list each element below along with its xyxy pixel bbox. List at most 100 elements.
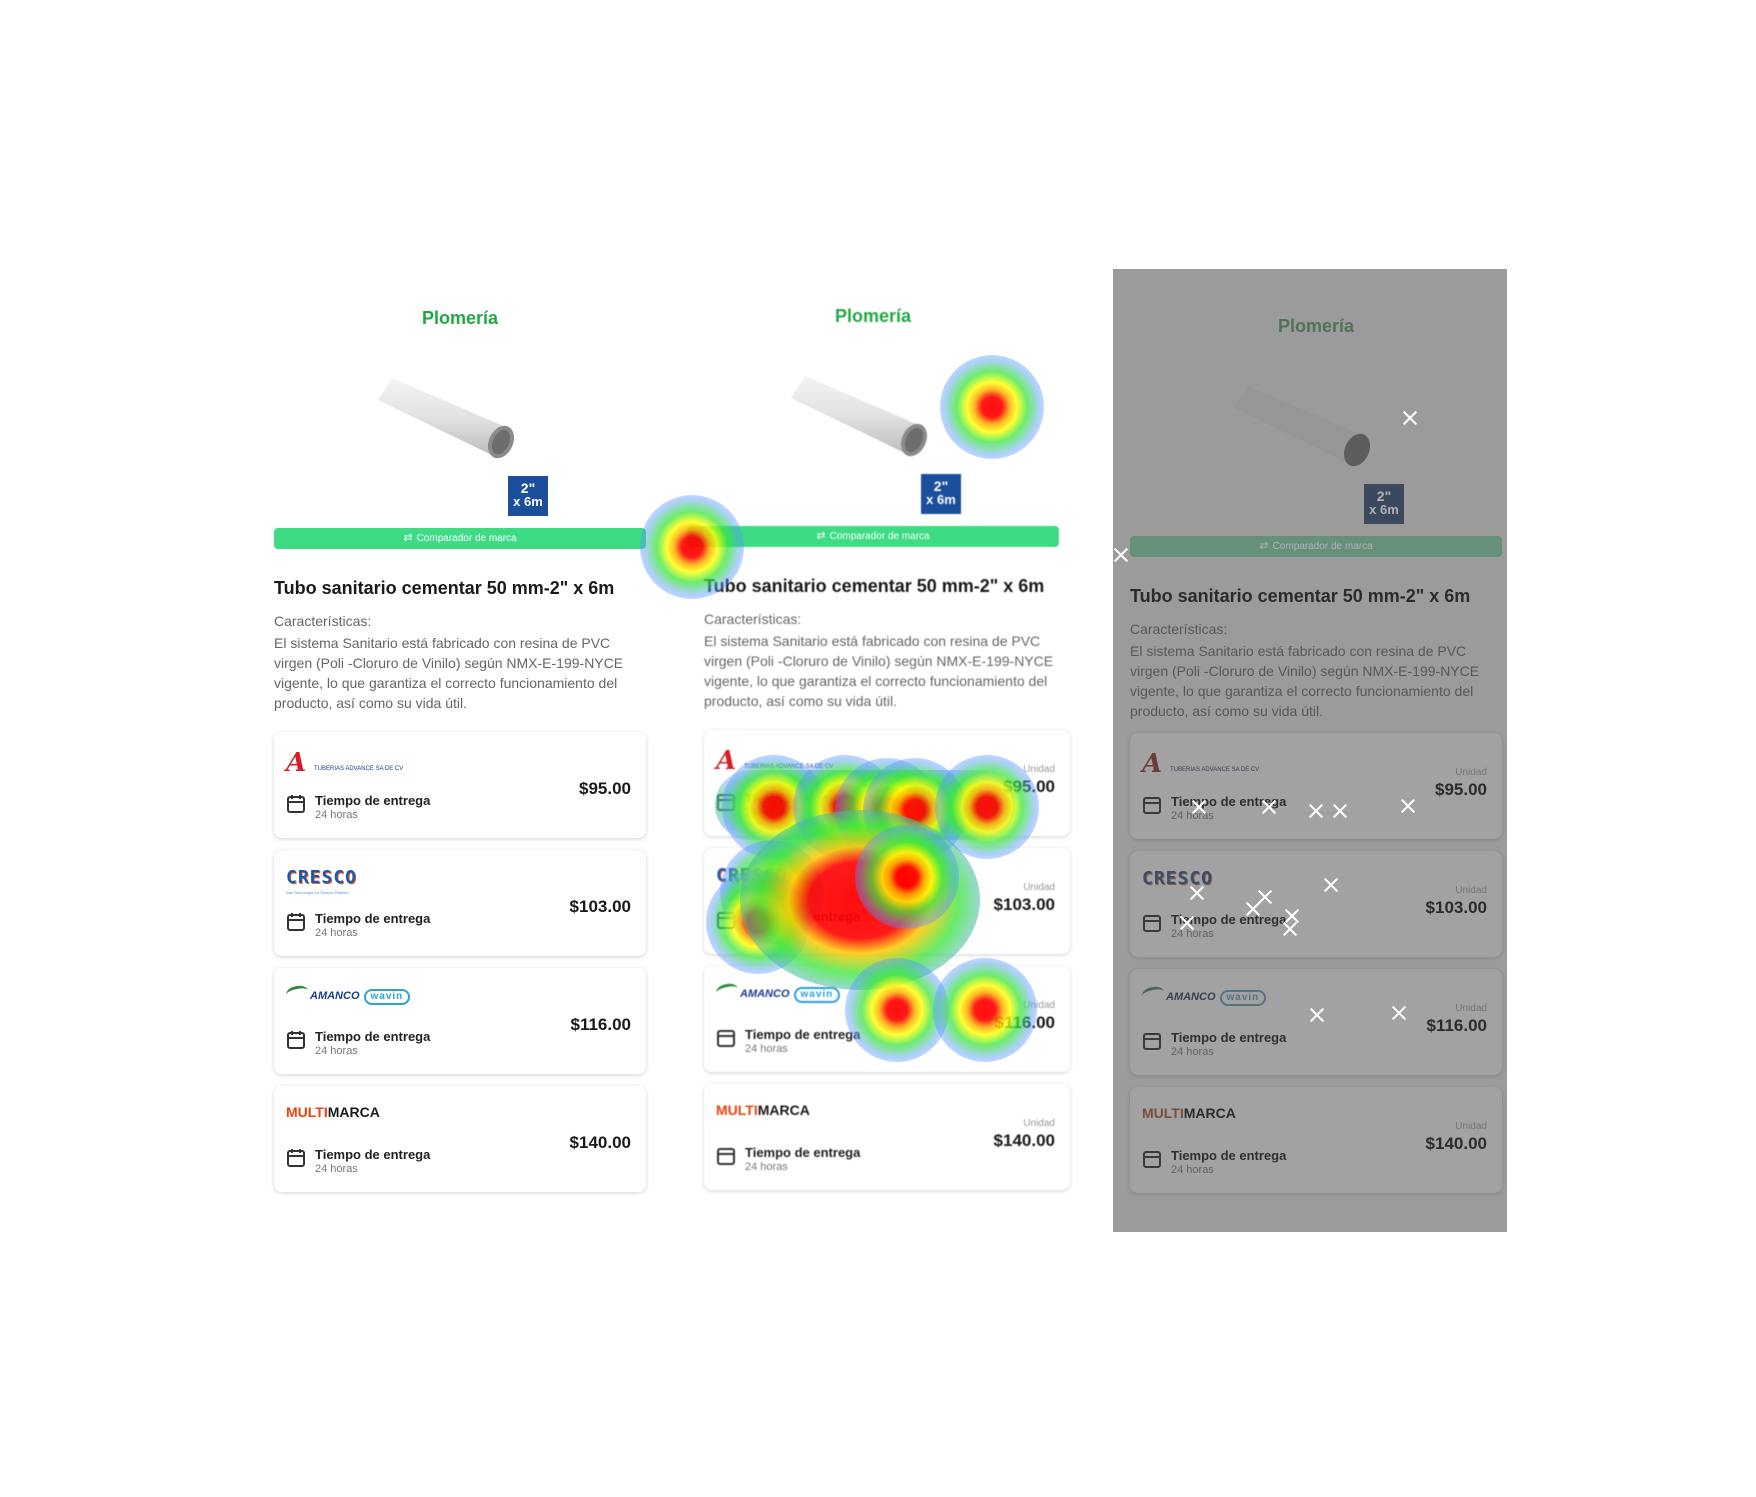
calendar-icon: [1143, 915, 1161, 932]
compare-brand-button[interactable]: ⇄ Comparador de marca: [1130, 536, 1502, 557]
unit-label: Unidad: [1023, 1118, 1055, 1129]
multimarca-logo: MULTIMARCA: [716, 1102, 810, 1118]
offer-card-advance[interactable]: A TUBERIAS ADVANCE SA DE CV Tiempo de ent…: [1130, 733, 1502, 839]
offer-price: $116.00: [1426, 1016, 1487, 1035]
delivery-label: Tiempo de entrega: [1171, 794, 1287, 809]
delivery-label: Tiempo de entrega: [1171, 912, 1287, 927]
delivery-time: 24 horas: [1171, 810, 1214, 822]
offer-card-advance[interactable]: A TUBERIAS ADVANCE SA DE CV Tiempo de ent…: [274, 732, 646, 838]
amanco-swoosh-icon: [284, 983, 310, 1002]
pipe-image: [791, 376, 928, 457]
advance-logo: A TUBERIAS ADVANCE SA DE CV: [286, 748, 404, 778]
delivery-label: Tiempo de entrega: [315, 1029, 431, 1044]
delivery-time: 24 horas: [315, 927, 358, 939]
offer-card-multimarca[interactable]: MULTIMARCA Tiempo de entrega 24 horas $1…: [274, 1086, 646, 1192]
characteristics-label: Características:: [1130, 621, 1228, 637]
advance-logo: A TUBERIAS ADVANCE SA DE CV: [716, 746, 834, 776]
delivery-label: Tiempo de entrega: [745, 1145, 861, 1160]
offer-price: $103.00: [569, 897, 631, 916]
characteristics-label: Características:: [274, 613, 372, 629]
delivery-time: 24 horas: [1171, 1164, 1214, 1176]
compare-arrows-icon: ⇄: [403, 532, 413, 544]
offer-card-multimarca[interactable]: MULTIMARCA Tiempo de entrega 24 horas Un…: [704, 1084, 1070, 1190]
category-title: Plomería: [834, 306, 912, 326]
calendar-icon: [717, 912, 735, 929]
calendar-icon: [287, 795, 305, 813]
delivery-label: Tiempo de entrega: [745, 1027, 861, 1042]
delivery-label: Tiempo de entrega: [1171, 1148, 1287, 1163]
product-title: Tubo sanitario cementar 50 mm-2" x 6m: [1130, 586, 1471, 606]
offer-price: $140.00: [1425, 1134, 1487, 1153]
offer-price: $103.00: [993, 895, 1055, 914]
delivery-time: 24 horas: [1171, 1046, 1214, 1058]
pipe-image: [1234, 386, 1371, 467]
heatmap-spot: [940, 355, 1044, 459]
offer-list: A TUBERIAS ADVANCE SA DE CV Tiempo de ent…: [274, 732, 646, 1204]
delivery-time: 24 horas: [745, 925, 788, 937]
unit-label: Unidad: [1455, 885, 1487, 896]
offer-card-amanco[interactable]: AMANCO wavin Tiempo de entrega 24 horas U…: [704, 966, 1070, 1072]
delivery-time: 24 horas: [745, 1161, 788, 1173]
unit-label: Unidad: [1455, 1121, 1487, 1132]
unit-label: Unidad: [1023, 764, 1055, 775]
unit-label: Unidad: [1455, 1003, 1487, 1014]
delivery-time: 24 horas: [1171, 928, 1214, 940]
multimarca-logo: MULTIMARCA: [286, 1104, 380, 1120]
offer-card-multimarca[interactable]: MULTIMARCA Tiempo de entrega 24 horas Un…: [1130, 1087, 1502, 1193]
offer-card-amanco[interactable]: AMANCO wavin Tiempo de entrega 24 horas U…: [1130, 969, 1502, 1075]
amanco-wavin-logo: AMANCO wavin: [714, 981, 841, 1010]
cresco-tagline: Alta Tecnología en Tubería Plástica: [286, 890, 349, 895]
delivery-label: Tiempo de entrega: [315, 1147, 431, 1162]
unit-label: Unidad: [1023, 882, 1055, 893]
cresco-logo: CRESCO: [716, 865, 788, 886]
offer-list: A TUBERIAS ADVANCE SA DE CV Tiempo de ent…: [704, 730, 1070, 1202]
compare-brand-button[interactable]: ⇄ Comparador de marca: [274, 528, 646, 549]
multimarca-logo: MULTIMARCA: [1142, 1105, 1236, 1121]
calendar-icon: [717, 1148, 735, 1165]
offer-price: $95.00: [1435, 780, 1487, 799]
product-title: Tubo sanitario cementar 50 mm-2" x 6m: [704, 576, 1045, 596]
delivery-time: 24 horas: [315, 809, 358, 821]
advance-logo: A TUBERIAS ADVANCE SA DE CV: [1142, 749, 1260, 779]
delivery-time: 24 horas: [315, 1163, 358, 1175]
product-title: Tubo sanitario cementar 50 mm-2" x 6m: [274, 578, 615, 598]
calendar-icon: [1143, 1151, 1161, 1168]
offer-price: $116.00: [994, 1013, 1055, 1032]
category-title: Plomería: [1277, 316, 1355, 336]
calendar-icon: [1143, 797, 1161, 814]
compare-brand-button[interactable]: ⇄ Comparador de marca: [687, 526, 1059, 547]
calendar-icon: [287, 913, 305, 931]
category-title: Plomería: [421, 308, 499, 328]
amanco-wavin-logo: AMANCO wavin: [1140, 984, 1267, 1013]
offer-price: $140.00: [993, 1131, 1055, 1150]
calendar-icon: [717, 1030, 735, 1047]
cresco-logo: CRESCO: [1142, 868, 1214, 889]
delivery-time: 24 horas: [745, 807, 788, 819]
amanco-wavin-logo: AMANCO wavin: [284, 983, 411, 1012]
offer-card-cresco[interactable]: CRESCO Tiempo de entrega 24 horas Unidad…: [704, 848, 1070, 954]
offer-card-amanco[interactable]: AMANCO wavin Tiempo de entrega 24 horas $…: [274, 968, 646, 1074]
delivery-label: Tiempo de entrega: [745, 791, 861, 806]
delivery-label: Tiempo de entrega: [745, 909, 861, 924]
unit-label: Unidad: [1455, 767, 1487, 778]
delivery-time: 24 horas: [745, 1043, 788, 1055]
offer-price: $103.00: [1425, 898, 1487, 917]
size-badge: 2" x 6m: [508, 476, 548, 516]
product-description: El sistema Sanitario está fabricado con …: [274, 635, 624, 711]
calendar-icon: [287, 1031, 305, 1049]
compare-arrows-icon: ⇄: [816, 530, 826, 542]
characteristics-label: Características:: [704, 611, 802, 627]
size-badge: 2" x 6m: [1364, 484, 1404, 524]
offer-card-cresco[interactable]: CRESCO Tiempo de entrega 24 horas Unidad…: [1130, 851, 1502, 957]
offer-price: $116.00: [570, 1015, 631, 1034]
offer-card-advance[interactable]: A TUBERIAS ADVANCE SA DE CV Tiempo de ent…: [704, 730, 1070, 836]
size-badge: 2" x 6m: [921, 474, 961, 514]
offer-card-cresco[interactable]: CRESCO Alta Tecnología en Tubería Plásti…: [274, 850, 646, 956]
product-description: El sistema Sanitario está fabricado con …: [704, 633, 1054, 709]
compare-arrows-icon: ⇄: [1259, 540, 1269, 552]
calendar-icon: [1143, 1033, 1161, 1050]
offer-price: $95.00: [1003, 777, 1055, 796]
unit-label: Unidad: [1023, 1000, 1055, 1011]
calendar-icon: [717, 794, 735, 811]
calendar-icon: [287, 1149, 305, 1167]
